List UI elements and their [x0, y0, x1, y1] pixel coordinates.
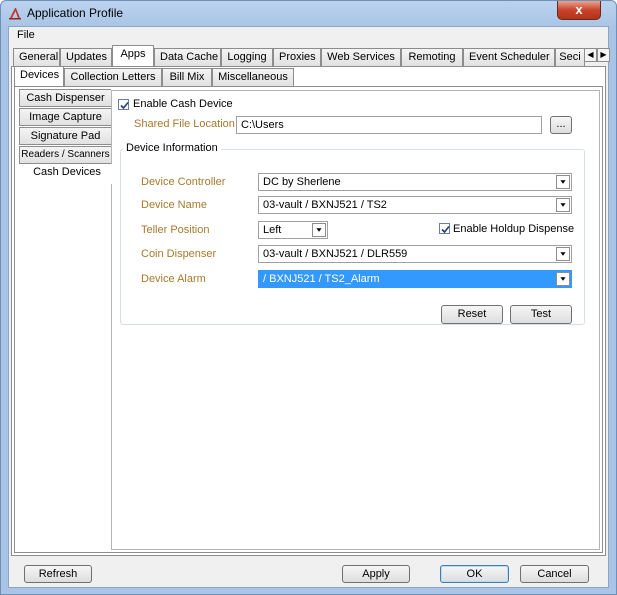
tab-data-cache[interactable]: Data Cache	[154, 48, 221, 66]
subtab-devices[interactable]: Devices	[14, 66, 64, 86]
apply-button[interactable]: Apply	[342, 565, 410, 583]
chevron-down-icon	[556, 198, 570, 212]
shared-file-location-label: Shared File Location	[134, 118, 235, 130]
app-icon	[9, 8, 21, 20]
chevron-down-icon	[312, 223, 326, 237]
title-bar: Application Profile x	[1, 1, 616, 25]
shared-file-location-input[interactable]: C:\Users	[236, 116, 542, 134]
test-button[interactable]: Test	[510, 305, 572, 324]
browse-button[interactable]: ...	[550, 116, 572, 134]
sidetab-signature-pad[interactable]: Signature Pad	[19, 127, 111, 145]
tab-scroll-right-icon[interactable]: ▶	[597, 48, 610, 62]
device-alarm-value: / BXNJ521 / TS2_Alarm	[263, 273, 380, 285]
subtab-collection-letters[interactable]: Collection Letters	[64, 68, 162, 86]
teller-position-select[interactable]: Left	[258, 221, 328, 239]
tab-web-services[interactable]: Web Services	[321, 48, 401, 66]
menu-file[interactable]: File	[13, 29, 39, 41]
device-controller-value: DC by Sherlene	[263, 176, 341, 188]
tab-security[interactable]: Seci	[555, 48, 585, 66]
tab-apps[interactable]: Apps	[112, 45, 154, 66]
apps-tab-pane: Devices Collection Letters Bill Mix Misc…	[11, 66, 606, 556]
teller-position-label: Teller Position	[141, 224, 210, 236]
chevron-down-icon	[556, 247, 570, 261]
cash-devices-pane: Enable Cash Device Shared File Location …	[111, 90, 600, 550]
device-alarm-select[interactable]: / BXNJ521 / TS2_Alarm	[258, 270, 572, 288]
chevron-down-icon	[556, 175, 570, 189]
tab-updates[interactable]: Updates	[60, 48, 112, 66]
teller-position-value: Left	[263, 224, 282, 236]
device-name-select[interactable]: 03-vault / BXNJ521 / TS2	[258, 196, 572, 214]
devices-pane: Cash Dispenser Image Capture Signature P…	[14, 86, 603, 553]
coin-dispenser-select[interactable]: 03-vault / BXNJ521 / DLR559	[258, 245, 572, 263]
coin-dispenser-label: Coin Dispenser	[141, 248, 217, 260]
subtab-miscellaneous[interactable]: Miscellaneous	[212, 68, 294, 86]
refresh-button[interactable]: Refresh	[24, 565, 92, 583]
device-alarm-label: Device Alarm	[141, 273, 206, 285]
tab-scroll-left-icon[interactable]: ◀	[584, 48, 597, 62]
coin-dispenser-value: 03-vault / BXNJ521 / DLR559	[263, 248, 408, 260]
tab-general[interactable]: General	[13, 48, 60, 66]
sidetab-readers-scanners[interactable]: Readers / Scanners	[19, 146, 111, 164]
enable-cash-device-label: Enable Cash Device	[133, 98, 233, 110]
cancel-button[interactable]: Cancel	[520, 565, 589, 583]
device-name-label: Device Name	[141, 199, 208, 211]
client-area: File General Updates Apps Data Cache Log…	[8, 26, 610, 588]
check-icon	[441, 225, 450, 234]
enable-cash-device-checkbox[interactable]	[118, 99, 129, 110]
application-window: Application Profile x File General Updat…	[0, 0, 617, 595]
device-name-value: 03-vault / BXNJ521 / TS2	[263, 199, 387, 211]
ok-button[interactable]: OK	[440, 565, 509, 583]
enable-holdup-dispense-checkbox[interactable]	[439, 223, 450, 234]
device-controller-select[interactable]: DC by Sherlene	[258, 173, 572, 191]
chevron-down-icon	[556, 272, 570, 286]
sidetab-cash-devices[interactable]: Cash Devices	[19, 164, 115, 184]
enable-holdup-dispense-label: Enable Holdup Dispense	[453, 223, 575, 235]
menu-bar: File	[9, 27, 608, 45]
tab-proxies[interactable]: Proxies	[273, 48, 321, 66]
close-button[interactable]: x	[557, 1, 601, 20]
sidetab-image-capture[interactable]: Image Capture	[19, 108, 111, 126]
check-icon	[120, 101, 129, 110]
subtab-bill-mix[interactable]: Bill Mix	[162, 68, 212, 86]
tab-logging[interactable]: Logging	[221, 48, 273, 66]
sidetab-cash-dispenser[interactable]: Cash Dispenser	[19, 89, 111, 107]
window-title: Application Profile	[27, 6, 124, 20]
device-information-title: Device Information	[123, 142, 221, 154]
tab-remoting[interactable]: Remoting	[401, 48, 463, 66]
reset-button[interactable]: Reset	[441, 305, 503, 324]
device-controller-label: Device Controller	[141, 176, 226, 188]
tab-event-scheduler[interactable]: Event Scheduler	[463, 48, 555, 66]
